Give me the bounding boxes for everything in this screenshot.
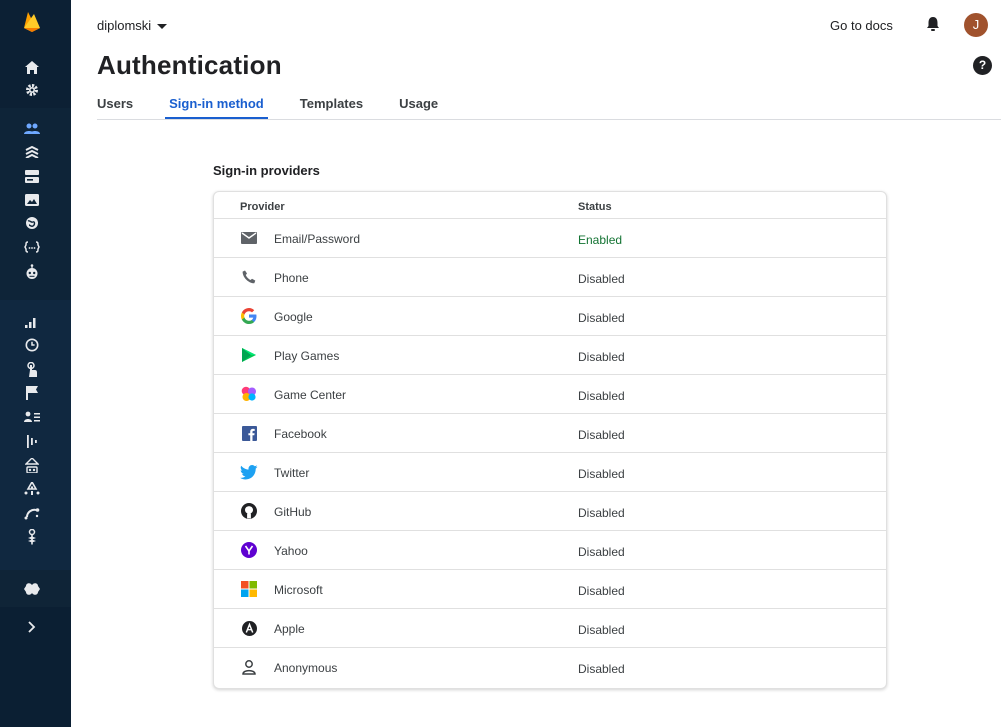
google-icon (240, 308, 258, 324)
tab-sign-in-method[interactable]: Sign-in method (165, 97, 268, 119)
tab-divider (97, 119, 1001, 120)
settings-gear-icon[interactable] (21, 79, 43, 101)
section-title: Sign-in providers (213, 163, 320, 178)
provider-name: Microsoft (274, 583, 323, 597)
tab-bar: Users Sign-in method Templates Usage (97, 97, 474, 119)
microsoft-icon (240, 581, 258, 597)
provider-name: GitHub (274, 505, 312, 519)
provider-name: Google (274, 310, 313, 324)
provider-row-twitter[interactable]: Twitter Disabled (214, 453, 886, 492)
play-games-icon (240, 347, 258, 363)
functions-icon[interactable] (21, 236, 43, 258)
column-header-provider: Provider (240, 201, 285, 213)
provider-name: Facebook (274, 427, 327, 441)
release-flag-icon[interactable] (21, 382, 43, 404)
provider-status: Disabled (578, 506, 625, 520)
game-center-icon (240, 386, 258, 402)
extensions-puzzle-icon[interactable] (21, 578, 43, 600)
performance-clock-icon[interactable] (21, 334, 43, 356)
provider-status: Disabled (578, 272, 625, 286)
provider-name: Play Games (274, 349, 340, 363)
provider-status: Enabled (578, 233, 623, 247)
analytics-bars-icon[interactable] (21, 310, 43, 332)
audiences-list-icon[interactable] (21, 406, 43, 428)
facebook-icon (240, 425, 258, 441)
tab-usage[interactable]: Usage (399, 97, 438, 119)
phone-icon (240, 269, 258, 285)
provider-row-github[interactable]: GitHub Disabled (214, 492, 886, 531)
firebase-logo-icon[interactable] (21, 10, 43, 32)
go-to-docs-link[interactable]: Go to docs (830, 18, 893, 33)
ml-robot-icon[interactable] (21, 260, 43, 282)
provider-name: Phone (274, 271, 309, 285)
provider-row-yahoo[interactable]: Yahoo Disabled (214, 531, 886, 570)
anonymous-icon (240, 659, 258, 675)
table-header: Provider Status (214, 192, 886, 219)
storage-image-icon[interactable] (21, 189, 43, 211)
provider-name: Game Center (274, 388, 347, 402)
page-title: Authentication (97, 50, 282, 80)
firestore-database-icon[interactable] (21, 165, 43, 187)
provider-row-microsoft[interactable]: Microsoft Disabled (214, 570, 886, 609)
project-name: diplomski (97, 18, 152, 33)
provider-name: Email/Password (274, 232, 361, 246)
provider-status: Disabled (578, 623, 625, 637)
provider-status: Disabled (578, 311, 625, 325)
realtime-database-icon[interactable] (21, 141, 43, 163)
provider-status: Disabled (578, 428, 625, 442)
provider-row-facebook[interactable]: Facebook Disabled (214, 414, 886, 453)
provider-row-play-games[interactable]: Play Games Disabled (214, 336, 886, 375)
provider-status: Disabled (578, 389, 625, 403)
email-icon (240, 230, 258, 246)
predictions-icon[interactable] (21, 526, 43, 548)
provider-status: Disabled (578, 584, 625, 598)
provider-status: Disabled (578, 350, 625, 364)
twitter-icon (240, 464, 258, 480)
providers-table: Provider Status Email/Password Enabled P… (213, 191, 887, 689)
remote-config-icon[interactable] (21, 430, 43, 452)
provider-name: Twitter (274, 466, 310, 480)
provider-status: Disabled (578, 545, 625, 559)
provider-status: Disabled (578, 662, 625, 676)
app-distribution-icon[interactable] (21, 478, 43, 500)
hosting-globe-icon[interactable] (21, 212, 43, 234)
tab-templates[interactable]: Templates (300, 97, 363, 119)
notifications-bell-icon[interactable] (925, 16, 941, 32)
expand-chevron-icon[interactable] (21, 616, 43, 638)
extensions-icon[interactable] (21, 502, 43, 524)
dropdown-caret-icon (157, 24, 168, 29)
provider-row-phone[interactable]: Phone Disabled (214, 258, 886, 297)
home-icon[interactable] (21, 56, 43, 78)
authentication-users-icon[interactable] (21, 117, 43, 139)
left-nav-rail (0, 0, 71, 727)
test-lab-touch-icon[interactable] (21, 358, 43, 380)
provider-name: Apple (274, 622, 305, 636)
provider-row-game-center[interactable]: Game Center Disabled (214, 375, 886, 414)
provider-name: Anonymous (274, 661, 338, 675)
project-selector[interactable]: diplomski (97, 18, 168, 33)
dynamic-links-icon[interactable] (21, 454, 43, 476)
column-header-status: Status (578, 201, 612, 213)
provider-row-anonymous[interactable]: Anonymous Disabled (214, 648, 886, 686)
provider-row-email-password[interactable]: Email/Password Enabled (214, 219, 886, 258)
help-icon[interactable]: ? (973, 56, 992, 75)
github-icon (240, 503, 258, 519)
provider-status: Disabled (578, 467, 625, 481)
tab-users[interactable]: Users (97, 97, 133, 119)
apple-icon (240, 620, 258, 636)
user-avatar[interactable]: J (964, 13, 988, 37)
yahoo-icon (240, 542, 258, 558)
provider-row-google[interactable]: Google Disabled (214, 297, 886, 336)
provider-row-apple[interactable]: Apple Disabled (214, 609, 886, 648)
provider-name: Yahoo (274, 544, 308, 558)
